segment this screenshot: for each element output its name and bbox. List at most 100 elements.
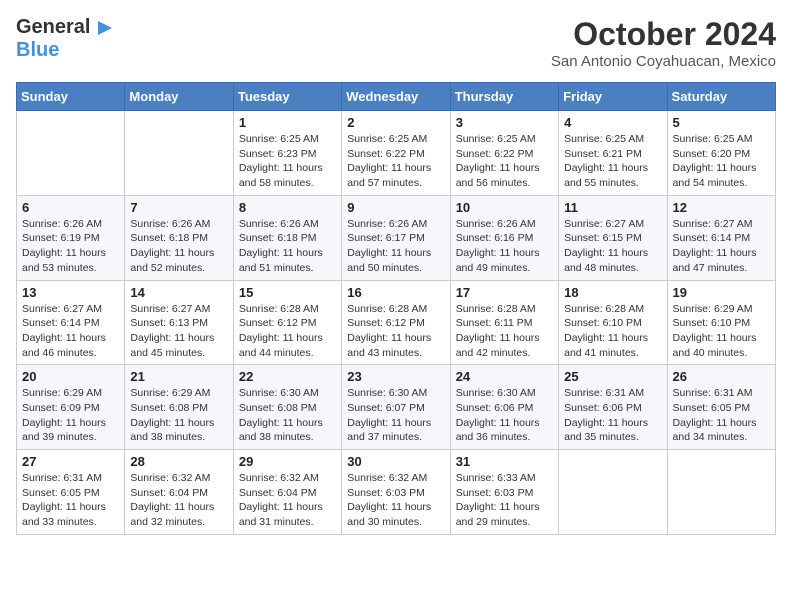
day-number: 3 [456, 115, 553, 130]
calendar-cell: 22 Sunrise: 6:30 AM Sunset: 6:08 PM Dayli… [233, 365, 341, 450]
page-header: General Blue October 2024 San Antonio Co… [16, 16, 776, 70]
day-number: 10 [456, 200, 553, 215]
day-number: 5 [673, 115, 770, 130]
day-number: 15 [239, 285, 336, 300]
day-number: 7 [130, 200, 227, 215]
calendar-cell [667, 450, 775, 535]
logo-general: General [16, 16, 90, 39]
calendar-week-row: 1 Sunrise: 6:25 AM Sunset: 6:23 PM Daylig… [17, 111, 776, 196]
day-info: Sunrise: 6:27 AM Sunset: 6:14 PM Dayligh… [22, 302, 119, 361]
day-info: Sunrise: 6:32 AM Sunset: 6:03 PM Dayligh… [347, 471, 444, 530]
calendar-cell: 23 Sunrise: 6:30 AM Sunset: 6:07 PM Dayli… [342, 365, 450, 450]
day-info: Sunrise: 6:30 AM Sunset: 6:07 PM Dayligh… [347, 386, 444, 445]
day-number: 21 [130, 369, 227, 384]
day-info: Sunrise: 6:27 AM Sunset: 6:13 PM Dayligh… [130, 302, 227, 361]
day-number: 16 [347, 285, 444, 300]
location-title: San Antonio Coyahuacan, Mexico [551, 53, 776, 70]
day-info: Sunrise: 6:32 AM Sunset: 6:04 PM Dayligh… [239, 471, 336, 530]
calendar-cell: 5 Sunrise: 6:25 AM Sunset: 6:20 PM Daylig… [667, 111, 775, 196]
calendar-cell: 28 Sunrise: 6:32 AM Sunset: 6:04 PM Dayli… [125, 450, 233, 535]
calendar-cell: 13Sunrise: 6:27 AM Sunset: 6:14 PM Dayli… [17, 280, 125, 365]
calendar-cell: 10 Sunrise: 6:26 AM Sunset: 6:16 PM Dayli… [450, 195, 558, 280]
day-number: 26 [673, 369, 770, 384]
day-info: Sunrise: 6:25 AM Sunset: 6:22 PM Dayligh… [347, 132, 444, 191]
day-number: 2 [347, 115, 444, 130]
day-number: 29 [239, 454, 336, 469]
calendar-cell: 14 Sunrise: 6:27 AM Sunset: 6:13 PM Dayli… [125, 280, 233, 365]
day-number: 9 [347, 200, 444, 215]
calendar-cell: 19Sunrise: 6:29 AM Sunset: 6:10 PM Dayli… [667, 280, 775, 365]
logo: General Blue [16, 16, 114, 62]
column-header-thursday: Thursday [450, 83, 558, 111]
day-number: 30 [347, 454, 444, 469]
column-header-tuesday: Tuesday [233, 83, 341, 111]
calendar-cell [125, 111, 233, 196]
day-number: 19 [673, 285, 770, 300]
day-info: Sunrise: 6:25 AM Sunset: 6:20 PM Dayligh… [673, 132, 770, 191]
day-number: 20 [22, 369, 119, 384]
calendar-week-row: 6 Sunrise: 6:26 AM Sunset: 6:19 PM Daylig… [17, 195, 776, 280]
calendar-cell: 21 Sunrise: 6:29 AM Sunset: 6:08 PM Dayli… [125, 365, 233, 450]
day-info: Sunrise: 6:29 AM Sunset: 6:08 PM Dayligh… [130, 386, 227, 445]
day-number: 25 [564, 369, 661, 384]
calendar-cell: 17 Sunrise: 6:28 AM Sunset: 6:11 PM Dayli… [450, 280, 558, 365]
column-header-wednesday: Wednesday [342, 83, 450, 111]
calendar-week-row: 20Sunrise: 6:29 AM Sunset: 6:09 PM Dayli… [17, 365, 776, 450]
calendar-cell: 26Sunrise: 6:31 AM Sunset: 6:05 PM Dayli… [667, 365, 775, 450]
day-number: 28 [130, 454, 227, 469]
calendar-cell: 16Sunrise: 6:28 AM Sunset: 6:12 PM Dayli… [342, 280, 450, 365]
day-info: Sunrise: 6:32 AM Sunset: 6:04 PM Dayligh… [130, 471, 227, 530]
day-info: Sunrise: 6:33 AM Sunset: 6:03 PM Dayligh… [456, 471, 553, 530]
day-info: Sunrise: 6:25 AM Sunset: 6:23 PM Dayligh… [239, 132, 336, 191]
month-title: October 2024 [551, 16, 776, 53]
day-number: 4 [564, 115, 661, 130]
calendar-week-row: 13Sunrise: 6:27 AM Sunset: 6:14 PM Dayli… [17, 280, 776, 365]
column-header-monday: Monday [125, 83, 233, 111]
calendar-cell: 18Sunrise: 6:28 AM Sunset: 6:10 PM Dayli… [559, 280, 667, 365]
day-number: 27 [22, 454, 119, 469]
calendar-cell: 31 Sunrise: 6:33 AM Sunset: 6:03 PM Dayli… [450, 450, 558, 535]
day-number: 22 [239, 369, 336, 384]
column-header-friday: Friday [559, 83, 667, 111]
day-number: 14 [130, 285, 227, 300]
day-info: Sunrise: 6:26 AM Sunset: 6:19 PM Dayligh… [22, 217, 119, 276]
day-number: 6 [22, 200, 119, 215]
calendar-cell [559, 450, 667, 535]
calendar-cell: 8 Sunrise: 6:26 AM Sunset: 6:18 PM Daylig… [233, 195, 341, 280]
day-number: 23 [347, 369, 444, 384]
calendar-cell: 4 Sunrise: 6:25 AM Sunset: 6:21 PM Daylig… [559, 111, 667, 196]
day-info: Sunrise: 6:30 AM Sunset: 6:08 PM Dayligh… [239, 386, 336, 445]
calendar-cell: 30 Sunrise: 6:32 AM Sunset: 6:03 PM Dayli… [342, 450, 450, 535]
calendar-cell: 6 Sunrise: 6:26 AM Sunset: 6:19 PM Daylig… [17, 195, 125, 280]
day-info: Sunrise: 6:27 AM Sunset: 6:15 PM Dayligh… [564, 217, 661, 276]
logo-triangle-icon [92, 17, 114, 39]
calendar-week-row: 27Sunrise: 6:31 AM Sunset: 6:05 PM Dayli… [17, 450, 776, 535]
day-number: 8 [239, 200, 336, 215]
calendar-cell: 12 Sunrise: 6:27 AM Sunset: 6:14 PM Dayli… [667, 195, 775, 280]
calendar-cell: 29 Sunrise: 6:32 AM Sunset: 6:04 PM Dayli… [233, 450, 341, 535]
day-info: Sunrise: 6:26 AM Sunset: 6:17 PM Dayligh… [347, 217, 444, 276]
calendar-cell: 2 Sunrise: 6:25 AM Sunset: 6:22 PM Daylig… [342, 111, 450, 196]
day-info: Sunrise: 6:28 AM Sunset: 6:12 PM Dayligh… [239, 302, 336, 361]
day-number: 31 [456, 454, 553, 469]
day-number: 17 [456, 285, 553, 300]
day-info: Sunrise: 6:27 AM Sunset: 6:14 PM Dayligh… [673, 217, 770, 276]
day-info: Sunrise: 6:26 AM Sunset: 6:16 PM Dayligh… [456, 217, 553, 276]
day-info: Sunrise: 6:25 AM Sunset: 6:21 PM Dayligh… [564, 132, 661, 191]
day-number: 18 [564, 285, 661, 300]
calendar-cell: 27Sunrise: 6:31 AM Sunset: 6:05 PM Dayli… [17, 450, 125, 535]
calendar-cell: 15 Sunrise: 6:28 AM Sunset: 6:12 PM Dayli… [233, 280, 341, 365]
calendar-cell: 7Sunrise: 6:26 AM Sunset: 6:18 PM Daylig… [125, 195, 233, 280]
column-header-saturday: Saturday [667, 83, 775, 111]
calendar-cell: 9 Sunrise: 6:26 AM Sunset: 6:17 PM Daylig… [342, 195, 450, 280]
day-number: 1 [239, 115, 336, 130]
day-number: 12 [673, 200, 770, 215]
day-info: Sunrise: 6:28 AM Sunset: 6:11 PM Dayligh… [456, 302, 553, 361]
column-header-sunday: Sunday [17, 83, 125, 111]
calendar-cell: 11Sunrise: 6:27 AM Sunset: 6:15 PM Dayli… [559, 195, 667, 280]
day-info: Sunrise: 6:26 AM Sunset: 6:18 PM Dayligh… [239, 217, 336, 276]
calendar-cell: 1 Sunrise: 6:25 AM Sunset: 6:23 PM Daylig… [233, 111, 341, 196]
day-info: Sunrise: 6:25 AM Sunset: 6:22 PM Dayligh… [456, 132, 553, 191]
logo-blue: Blue [16, 39, 59, 61]
calendar-cell: 3 Sunrise: 6:25 AM Sunset: 6:22 PM Daylig… [450, 111, 558, 196]
